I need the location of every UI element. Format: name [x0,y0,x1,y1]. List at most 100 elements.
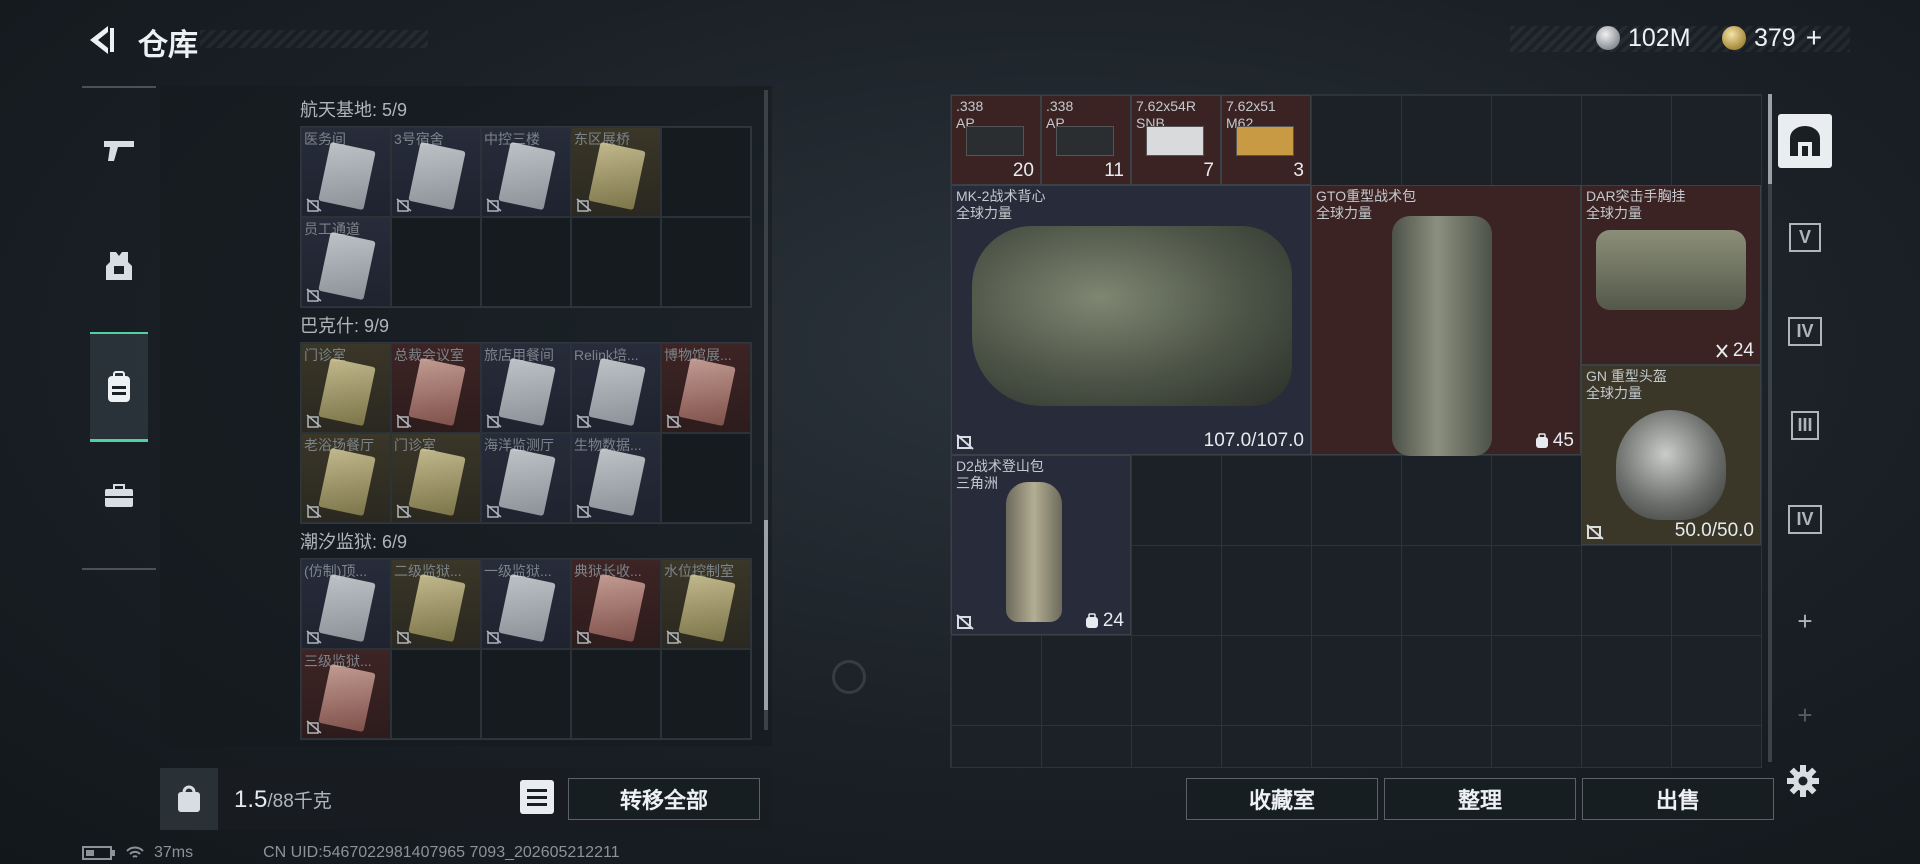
helmet-image [1616,410,1726,520]
level-5-storage-icon: V [1788,222,1821,252]
backpack-image [1006,482,1062,622]
capacity-icon [1085,613,1098,628]
tab-storage-iii[interactable]: III [1778,398,1832,452]
right-scrollbar[interactable] [1768,94,1772,762]
nav-backpack[interactable] [90,332,148,442]
location-card-slot[interactable]: 生物数据... [571,433,661,523]
tab-storage-iv[interactable]: IV [1778,304,1832,358]
crosshair-decoration [832,660,866,694]
left-scrollbar[interactable] [764,90,768,730]
location-card-slot[interactable]: 博物馆展... [661,343,751,433]
item-capacity: 24 [1715,340,1754,362]
location-card-slot[interactable]: 旅店用餐间 [481,343,571,433]
stash-item-backpack[interactable]: GTO重型战术包 全球力量 45 [1311,185,1581,456]
location-card-slot[interactable]: 老浴场餐厅 [301,433,391,523]
item-name: MK-2战术背心 [956,188,1046,204]
location-card-slot[interactable]: 员工通道 [301,217,391,307]
no-insure-icon [666,414,682,428]
settings-gear-icon[interactable] [1786,764,1820,798]
access-card-image [408,141,466,211]
weight-lock-button[interactable] [160,768,218,830]
add-icon: + [1797,605,1813,636]
location-card-slot[interactable]: 医务间 [301,127,391,217]
location-card-slot[interactable]: 三级监狱... [301,649,391,739]
location-card-slot[interactable]: 典狱长收... [571,559,661,649]
category-nav [82,86,156,570]
gold-currency[interactable]: 379 + [1722,22,1822,54]
access-card-image [318,357,376,427]
wifi-icon [126,846,144,858]
location-card-slot[interactable]: 中控三楼 [481,127,571,217]
armor-icon [106,252,132,280]
nav-armor[interactable] [90,238,148,294]
stash-item-ammo[interactable]: 7.62x54R SNB 7 [1131,95,1221,185]
silver-currency: 102M [1596,22,1691,54]
stash-item-ammo[interactable]: 7.62x51 M62 3 [1221,95,1311,185]
item-quantity: 7 [1203,160,1214,181]
level-4-storage-icon: IV [1788,504,1822,534]
sell-button[interactable]: 出售 [1582,778,1774,820]
location-card-slot[interactable]: (仿制)顶... [301,559,391,649]
item-subtitle: 全球力量 [1586,205,1642,221]
gold-amount: 379 [1754,23,1796,52]
empty-slot [481,217,571,307]
tab-add-storage-locked[interactable]: + [1778,688,1832,742]
no-insure-icon [576,630,592,644]
stash-grid[interactable]: .338 AP 20 .338 AP 11 7.62x54R SNB 7 7.62x5… [950,94,1762,768]
collection-room-button[interactable]: 收藏室 [1186,778,1378,820]
add-icon: + [1797,699,1813,730]
location-card-slot[interactable]: 水位控制室 [661,559,751,649]
stash-item-vest[interactable]: MK-2战术背心 全球力量 107.0/107.0 [951,185,1311,455]
title-decoration [200,30,428,48]
no-insure-icon [306,720,322,734]
transfer-all-button[interactable]: 转移全部 [568,778,760,820]
organize-button[interactable]: 整理 [1384,778,1576,820]
item-name: .338 [956,98,984,114]
no-insure-icon [306,630,322,644]
add-currency-button[interactable]: + [1806,22,1822,54]
location-card-slot[interactable]: 东区展桥 [571,127,661,217]
item-durability: 50.0/50.0 [1674,520,1754,541]
ammo-box-image [1236,126,1294,156]
tab-add-storage[interactable]: + [1778,594,1832,648]
stash-item-chest-rig[interactable]: DAR突击手胸挂 全球力量 24 [1581,185,1761,365]
location-card-slot[interactable]: 总裁会议室 [391,343,481,433]
item-name: D2战术登山包 [956,458,1044,474]
stash-item-ammo[interactable]: .338 AP 11 [1041,95,1131,185]
location-card-slot[interactable]: 一级监狱... [481,559,571,649]
vest-image [972,226,1292,406]
ammo-can-image [966,126,1024,156]
access-card-image [318,447,376,517]
location-card-slot[interactable]: 3号宿舍 [391,127,481,217]
item-subtitle: 全球力量 [1316,205,1372,221]
tab-storage-iv-2[interactable]: IV [1778,492,1832,546]
list-view-button[interactable] [520,780,554,814]
item-name: .338 [1046,98,1074,114]
user-uid: CN UID:5467022981407965 7093_20260521221… [263,844,620,861]
right-scrollbar-thumb[interactable] [1768,94,1772,184]
empty-slot [661,127,751,217]
location-card-slot[interactable]: 门诊室 [391,433,481,523]
location-card-slot[interactable]: Relink培... [571,343,661,433]
no-insure-icon [396,198,412,212]
location-card-slot[interactable]: 海洋监测厅 [481,433,571,523]
location-card-slot[interactable]: 二级监狱... [391,559,481,649]
nav-weapons[interactable] [90,122,148,178]
left-scrollbar-thumb[interactable] [764,520,768,710]
tab-storage-v[interactable]: V [1778,210,1832,264]
location-grid-bakshi: 门诊室 总裁会议室 旅店用餐间 Relink培... 博物馆展... 老浴场餐厅 门诊室 海洋… [300,342,752,524]
location-card-slot[interactable]: 门诊室 [301,343,391,433]
stash-item-ammo[interactable]: .338 AP 20 [951,95,1041,185]
item-quantity: 20 [1012,160,1034,181]
nav-toolbox[interactable] [90,468,148,524]
tab-main-stash[interactable] [1778,114,1832,168]
no-insure-icon [396,630,412,644]
pistol-icon [104,141,134,161]
stash-item-helmet[interactable]: GN 重型头盔 全球力量 50.0/50.0 [1581,365,1761,545]
no-insure-icon [486,630,502,644]
back-arrow-icon[interactable] [80,20,120,60]
no-insure-icon [306,198,322,212]
access-card-image [408,447,466,517]
stash-item-backpack[interactable]: D2战术登山包 三角洲 24 [951,455,1131,635]
silver-coin-icon [1596,26,1620,50]
